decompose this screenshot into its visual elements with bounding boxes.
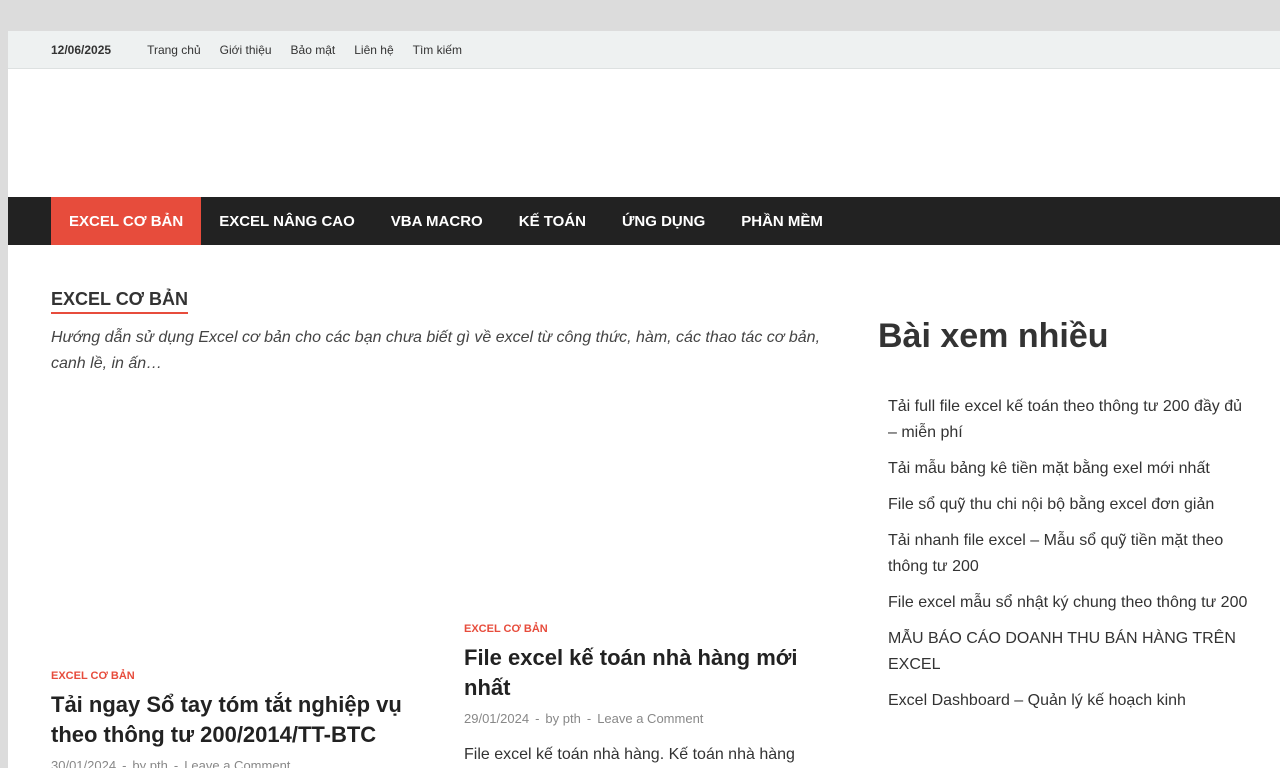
top-link-home[interactable]: Trang chủ — [147, 43, 201, 57]
top-link-contact[interactable]: Liên hệ — [354, 43, 393, 57]
meta-separator: - — [122, 758, 127, 768]
post-category[interactable]: EXCEL CƠ BẢN — [464, 623, 548, 635]
post-card: EXCEL CƠ BẢN Tải ngay Sổ tay tóm tắt ngh… — [51, 666, 421, 768]
post-author[interactable]: by pth — [545, 711, 580, 726]
popular-post-link[interactable]: File sổ quỹ thu chi nội bộ bằng excel đơ… — [888, 496, 1214, 513]
popular-post-link[interactable]: Tải nhanh file excel – Mẫu sổ quỹ tiền m… — [888, 532, 1223, 575]
top-link-about[interactable]: Giới thiệu — [220, 43, 272, 57]
meta-separator: - — [173, 758, 179, 768]
popular-post-link[interactable]: Tải full file excel kế toán theo thông t… — [888, 398, 1242, 441]
popular-post-item[interactable]: Tải full file excel kế toán theo thông t… — [888, 394, 1248, 446]
post-meta: 30/01/2024 - by pth - Leave a Comment — [51, 758, 421, 768]
post-comment-link[interactable]: Leave a Comment — [597, 711, 703, 726]
post-meta: 29/01/2024 - by pth - Leave a Comment — [464, 711, 834, 726]
post-date[interactable]: 30/01/2024 — [51, 758, 116, 768]
popular-posts-list: Tải full file excel kế toán theo thông t… — [878, 394, 1248, 714]
top-link-search[interactable]: Tìm kiếm — [413, 43, 462, 57]
post-card: EXCEL CƠ BẢN File excel kế toán nhà hàng… — [464, 619, 834, 768]
popular-post-item[interactable]: Tải mẫu bảng kê tiền mặt bằng exel mới n… — [888, 456, 1248, 482]
popular-post-item[interactable]: Tải nhanh file excel – Mẫu sổ quỹ tiền m… — [888, 528, 1248, 580]
post-excerpt: File excel kế toán nhà hàng. Kế toán nhà… — [464, 746, 795, 763]
popular-post-item[interactable]: Excel Dashboard – Quản lý kế hoạch kinh — [888, 688, 1248, 714]
popular-post-link[interactable]: Excel Dashboard – Quản lý kế hoạch kinh — [888, 692, 1186, 709]
meta-separator: - — [535, 711, 540, 726]
popular-post-item[interactable]: File sổ quỹ thu chi nội bộ bằng excel đơ… — [888, 492, 1248, 518]
nav-vba-macro[interactable]: VBA MACRO — [373, 197, 501, 245]
nav-excel-co-ban[interactable]: EXCEL CƠ BẢN — [51, 197, 202, 245]
meta-separator: - — [586, 711, 592, 726]
popular-post-link[interactable]: Tải mẫu bảng kê tiền mặt bằng exel mới n… — [888, 460, 1210, 477]
post-author[interactable]: by pth — [132, 758, 167, 768]
current-date: 12/06/2025 — [51, 42, 112, 57]
nav-excel-nang-cao[interactable]: EXCEL NÂNG CAO — [201, 197, 373, 245]
popular-posts-title: Bài xem nhiều — [878, 317, 1109, 355]
post-title-link[interactable]: File excel kế toán nhà hàng mới nhất — [464, 643, 834, 703]
post-title[interactable]: Tải ngay Sổ tay tóm tắt nghiệp vụ theo t… — [51, 692, 402, 747]
post-date[interactable]: 29/01/2024 — [464, 711, 529, 726]
post-title[interactable]: File excel kế toán nhà hàng mới nhất — [464, 645, 798, 700]
popular-post-item[interactable]: MẪU BÁO CÁO DOANH THU BÁN HÀNG TRÊN EXCE… — [888, 626, 1248, 678]
nav-ke-toan[interactable]: KẾ TOÁN — [501, 197, 604, 245]
sidebar: Bài xem nhiều Tải full file excel kế toá… — [878, 317, 1248, 724]
archive-title: EXCEL CƠ BẢN — [51, 289, 189, 314]
nav-ung-dung[interactable]: ỨNG DỤNG — [604, 197, 723, 245]
site-header — [8, 69, 1280, 197]
top-menu: Trang chủ Giới thiệu Bảo mật Liên hệ Tìm… — [147, 43, 462, 57]
page: 12/06/2025 Trang chủ Giới thiệu Bảo mật … — [8, 31, 1280, 768]
main-navigation: EXCEL CƠ BẢN EXCEL NÂNG CAO VBA MACRO KẾ… — [8, 197, 1280, 245]
popular-post-link[interactable]: MẪU BÁO CÁO DOANH THU BÁN HÀNG TRÊN EXCE… — [888, 630, 1236, 673]
nav-phan-mem[interactable]: PHẦN MỀM — [723, 197, 841, 245]
popular-post-link[interactable]: File excel mẫu sổ nhật ký chung theo thô… — [888, 594, 1247, 611]
post-comment-link[interactable]: Leave a Comment — [184, 758, 290, 768]
top-bar: 12/06/2025 Trang chủ Giới thiệu Bảo mật … — [8, 31, 1280, 69]
top-link-privacy[interactable]: Bảo mật — [291, 43, 336, 57]
popular-post-item[interactable]: File excel mẫu sổ nhật ký chung theo thô… — [888, 590, 1248, 616]
archive-description: Hướng dẫn sử dụng Excel cơ bản cho các b… — [51, 329, 821, 372]
post-category[interactable]: EXCEL CƠ BẢN — [51, 670, 135, 682]
post-title-link[interactable]: Tải ngay Sổ tay tóm tắt nghiệp vụ theo t… — [51, 690, 421, 750]
